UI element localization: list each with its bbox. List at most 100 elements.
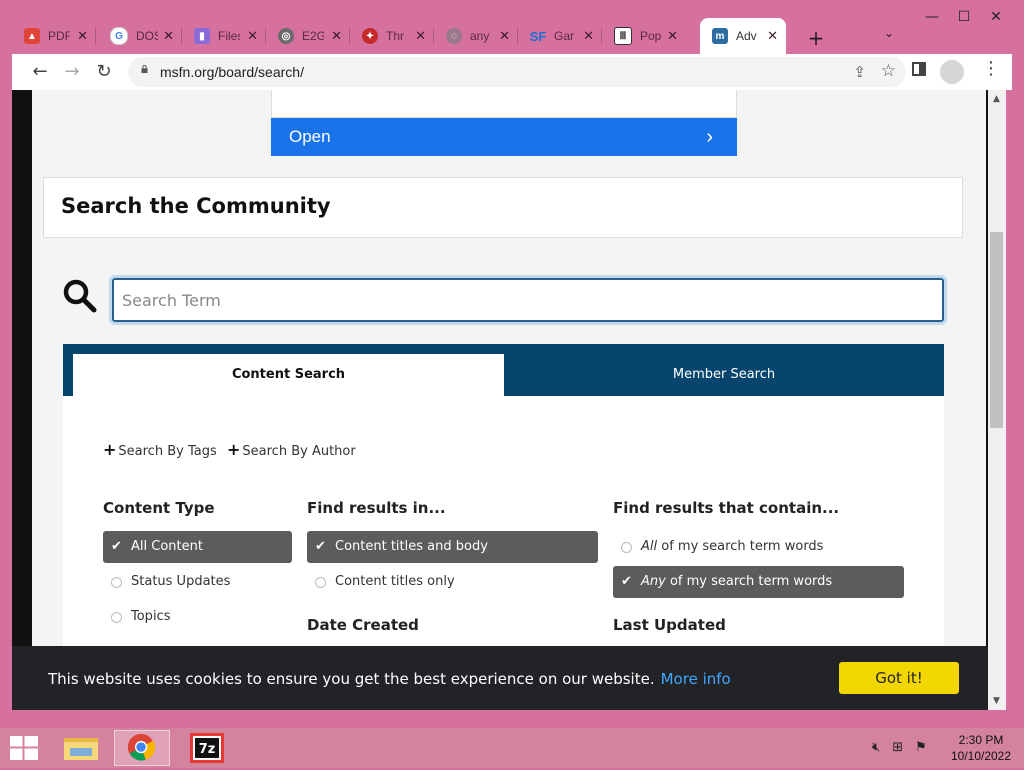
tab-title: DOS bbox=[136, 29, 158, 43]
close-icon[interactable]: ✕ bbox=[247, 28, 258, 44]
tab-member-search[interactable]: Member Search bbox=[504, 354, 944, 396]
scroll-up-arrow-icon[interactable]: ▲ bbox=[993, 94, 1000, 104]
file-explorer-taskbar-button[interactable] bbox=[56, 730, 112, 766]
option-label: Content titles and body bbox=[335, 539, 488, 554]
minimize-button[interactable]: — bbox=[916, 6, 948, 28]
advertisement: Open › bbox=[271, 90, 737, 156]
address-bar[interactable]: msfn.org/board/search/ ⇪ ☆ bbox=[128, 57, 906, 87]
side-panel-icon[interactable] bbox=[912, 62, 926, 76]
close-icon[interactable]: ✕ bbox=[499, 28, 510, 44]
search-row bbox=[32, 276, 986, 326]
plus-icon: + bbox=[227, 440, 241, 459]
browser-toolbar: ← → ↻ msfn.org/board/search/ ⇪ ☆ ⋮ bbox=[12, 54, 1012, 90]
share-icon[interactable]: ⇪ bbox=[853, 63, 866, 81]
chrome-icon bbox=[127, 733, 156, 761]
globe-icon: ◎ bbox=[278, 28, 294, 44]
cookie-banner: This website uses cookies to ensure you … bbox=[12, 646, 988, 710]
museum-icon: Ⅲ bbox=[614, 27, 632, 45]
action-center-icon[interactable]: ⚑ bbox=[915, 740, 927, 755]
windows-start-icon[interactable] bbox=[10, 736, 38, 760]
option-status-updates[interactable]: Status Updates bbox=[103, 566, 292, 598]
browser-tab[interactable]: ◌ any ✕ bbox=[434, 18, 518, 54]
sourceforge-icon: SF bbox=[529, 28, 547, 44]
browser-tab[interactable]: Ⅲ Pop ✕ bbox=[602, 18, 686, 54]
radio-icon bbox=[111, 612, 122, 623]
7zip-icon: 7z bbox=[190, 733, 224, 763]
close-window-button[interactable]: ✕ bbox=[980, 6, 1012, 28]
google-icon: G bbox=[110, 27, 128, 45]
close-icon[interactable]: ✕ bbox=[767, 28, 778, 44]
volume-muted-icon[interactable]: 🔇︎ bbox=[872, 740, 880, 755]
browser-tab[interactable]: SF Gar ✕ bbox=[518, 18, 602, 54]
browser-tab[interactable]: ▮ Files ✕ bbox=[182, 18, 266, 54]
contain-heading: Find results that contain... bbox=[613, 499, 840, 517]
url-text[interactable]: msfn.org/board/search/ bbox=[160, 64, 304, 80]
7zip-taskbar-button[interactable]: 7z bbox=[180, 730, 236, 766]
msfn-icon: m bbox=[712, 28, 728, 44]
folder-icon bbox=[64, 738, 98, 760]
close-icon[interactable]: ✕ bbox=[583, 28, 594, 44]
option-label: Topics bbox=[131, 609, 171, 624]
option-all-words[interactable]: All of my search term words bbox=[613, 531, 904, 563]
browser-tab[interactable]: G DOS ✕ bbox=[98, 18, 182, 54]
option-topics[interactable]: Topics bbox=[103, 601, 292, 633]
scrollbar[interactable]: ▲ ▼ bbox=[988, 90, 1006, 710]
radio-icon bbox=[315, 577, 326, 588]
title-box: Search the Community bbox=[43, 177, 963, 238]
file-icon: ▮ bbox=[194, 28, 210, 44]
search-input[interactable] bbox=[112, 278, 944, 322]
browser-tab-active[interactable]: m Adv ✕ bbox=[700, 18, 786, 54]
search-icon bbox=[63, 279, 97, 313]
profile-avatar[interactable] bbox=[940, 60, 964, 84]
tab-content-search[interactable]: Content Search bbox=[73, 354, 504, 396]
scrollbar-thumb[interactable] bbox=[990, 232, 1003, 428]
tab-title: any bbox=[470, 29, 490, 43]
close-icon[interactable]: ✕ bbox=[77, 28, 88, 44]
back-button[interactable]: ← bbox=[28, 60, 52, 84]
new-tab-button[interactable]: + bbox=[802, 24, 830, 52]
system-tray: 🔇︎ ⊞ ⚑ bbox=[872, 740, 927, 755]
option-any-words[interactable]: ✔ Any of my search term words bbox=[613, 566, 904, 598]
close-icon[interactable]: ✕ bbox=[331, 28, 342, 44]
page-title: Search the Community bbox=[61, 194, 331, 218]
checkmark-icon: ✔ bbox=[111, 539, 122, 554]
forward-button[interactable]: → bbox=[60, 60, 84, 84]
tab-title: E2G bbox=[302, 29, 324, 43]
page-content: Open › Search the Community Content Sear… bbox=[32, 90, 986, 710]
close-icon[interactable]: ✕ bbox=[415, 28, 426, 44]
tab-title: Adv bbox=[736, 29, 757, 43]
spinner-icon: ◌ bbox=[446, 28, 462, 44]
tab-strip: ▲ PDF ✕ G DOS ✕ ▮ Files ✕ ◎ E2G ✕ ✦ Thr … bbox=[12, 14, 1012, 54]
tab-title: Pop bbox=[640, 29, 662, 43]
scroll-down-arrow-icon[interactable]: ▼ bbox=[993, 696, 1000, 706]
search-tabs: Content Search Member Search bbox=[63, 344, 944, 396]
close-icon[interactable]: ✕ bbox=[163, 28, 174, 44]
tab-search-chevron-icon[interactable]: ⌄ bbox=[884, 26, 894, 40]
browser-tab[interactable]: ◎ E2G ✕ bbox=[266, 18, 350, 54]
taskbar: 7z 🔇︎ ⊞ ⚑ 2:30 PM 10/10/2022 bbox=[0, 728, 1024, 768]
date-created-heading: Date Created bbox=[307, 616, 419, 634]
network-icon[interactable]: ⊞ bbox=[892, 740, 903, 755]
svg-text:7z: 7z bbox=[199, 742, 216, 757]
search-by-author-label: Search By Author bbox=[242, 444, 356, 459]
option-all-content[interactable]: ✔ All Content bbox=[103, 531, 292, 563]
more-info-link[interactable]: More info bbox=[661, 670, 731, 688]
option-titles-only[interactable]: Content titles only bbox=[307, 566, 598, 598]
triangle-app-icon: ▲ bbox=[24, 28, 40, 44]
chrome-taskbar-button[interactable] bbox=[114, 730, 170, 766]
search-by-author-link[interactable]: + Search By Author bbox=[227, 440, 356, 459]
accept-cookies-button[interactable]: Got it! bbox=[839, 662, 959, 694]
maximize-button[interactable]: ☐ bbox=[948, 6, 980, 28]
tab-title: PDF bbox=[48, 29, 70, 43]
taskbar-clock[interactable]: 2:30 PM 10/10/2022 bbox=[946, 732, 1016, 764]
bookmark-star-icon[interactable]: ☆ bbox=[881, 61, 896, 81]
ad-open-button[interactable]: Open › bbox=[271, 118, 737, 156]
menu-kebab-icon[interactable]: ⋮ bbox=[982, 58, 1000, 79]
close-icon[interactable]: ✕ bbox=[667, 28, 678, 44]
browser-tab[interactable]: ▲ PDF ✕ bbox=[12, 18, 96, 54]
reload-button[interactable]: ↻ bbox=[92, 60, 116, 84]
search-by-tags-link[interactable]: + Search By Tags bbox=[103, 440, 217, 459]
page-viewport: Open › Search the Community Content Sear… bbox=[12, 90, 988, 710]
browser-tab[interactable]: ✦ Thr ✕ bbox=[350, 18, 434, 54]
option-titles-and-body[interactable]: ✔ Content titles and body bbox=[307, 531, 598, 563]
